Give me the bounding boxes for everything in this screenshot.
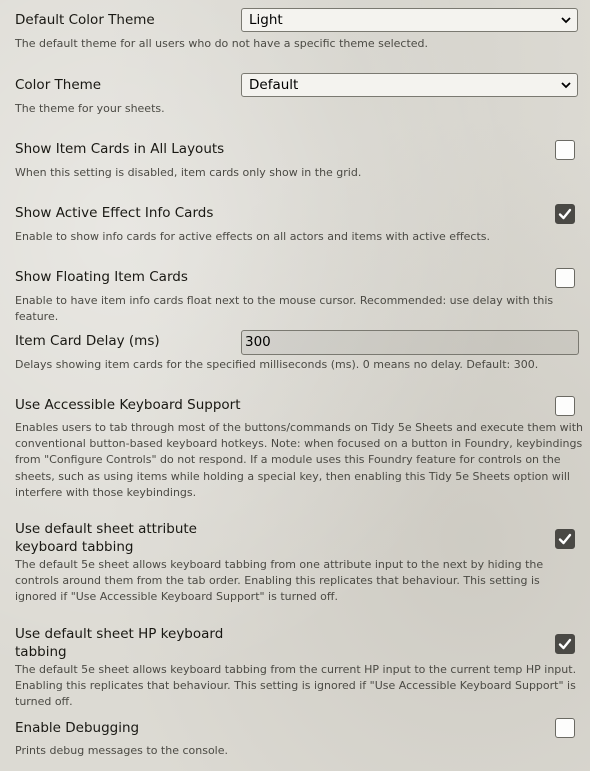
setting-hint: The theme for your sheets. (15, 102, 165, 115)
setting-label: Use default sheet HP keyboard tabbing (15, 626, 224, 660)
setting-label: Show Active Effect Info Cards (15, 205, 214, 221)
setting-hint: When this setting is disabled, item card… (15, 166, 362, 179)
setting-label: Default Color Theme (15, 12, 155, 28)
setting-label: Show Item Cards in All Layouts (15, 141, 225, 157)
setting-show-floating-item-cards: Show Floating Item Cards Enable to have … (0, 256, 590, 323)
setting-default-color-theme: Default Color Theme Light The default th… (0, 0, 590, 64)
setting-enable-debugging: Enable Debugging Prints debug messages t… (0, 708, 590, 771)
setting-label: Item Card Delay (ms) (15, 333, 160, 349)
show-active-effect-info-cards-checkbox[interactable] (555, 204, 575, 224)
setting-attribute-keyboard-tabbing: Use default sheet attribute keyboard tab… (0, 512, 590, 620)
setting-label: Show Floating Item Cards (15, 269, 188, 285)
setting-show-item-cards-all-layouts: Show Item Cards in All Layouts When this… (0, 128, 590, 192)
setting-label: Use default sheet attribute keyboard tab… (15, 521, 197, 555)
settings-list: Default Color Theme Light The default th… (0, 0, 590, 771)
attribute-keyboard-tabbing-checkbox[interactable] (555, 529, 575, 549)
hp-keyboard-tabbing-checkbox[interactable] (555, 634, 575, 654)
chevron-down-icon (561, 82, 571, 89)
setting-hint: Prints debug messages to the console. (15, 744, 228, 757)
setting-accessible-keyboard-support: Use Accessible Keyboard Support Enables … (0, 384, 590, 512)
color-theme-select[interactable]: Default (241, 73, 578, 97)
setting-hint: Enables users to tab through most of the… (15, 421, 584, 499)
setting-hint: The default 5e sheet allows keyboard tab… (15, 663, 577, 709)
show-floating-item-cards-checkbox[interactable] (555, 268, 575, 288)
setting-hint: The default 5e sheet allows keyboard tab… (15, 558, 544, 604)
setting-label: Use Accessible Keyboard Support (15, 397, 241, 413)
chevron-down-icon (561, 17, 571, 24)
checkmark-icon (558, 533, 572, 545)
setting-show-active-effect-info-cards: Show Active Effect Info Cards Enable to … (0, 192, 590, 256)
select-value: Light (249, 12, 283, 28)
checkmark-icon (558, 208, 572, 220)
setting-label: Color Theme (15, 77, 102, 93)
setting-hp-keyboard-tabbing: Use default sheet HP keyboard tabbing Th… (0, 620, 590, 712)
default-color-theme-select[interactable]: Light (241, 8, 578, 32)
setting-hint: Delays showing item cards for the specif… (15, 358, 539, 371)
select-value: Default (249, 77, 299, 93)
item-card-delay-input[interactable]: 300 (241, 330, 579, 355)
accessible-keyboard-support-checkbox[interactable] (555, 396, 575, 416)
setting-color-theme: Color Theme Default The theme for your s… (0, 64, 590, 128)
setting-hint: Enable to show info cards for active eff… (15, 230, 491, 243)
enable-debugging-checkbox[interactable] (555, 718, 575, 738)
checkmark-icon (558, 638, 572, 650)
show-item-cards-all-layouts-checkbox[interactable] (555, 140, 575, 160)
setting-label: Enable Debugging (15, 720, 140, 736)
setting-hint: The default theme for all users who do n… (15, 37, 429, 50)
setting-item-card-delay: Item Card Delay (ms) 300 Delays showing … (0, 320, 590, 384)
